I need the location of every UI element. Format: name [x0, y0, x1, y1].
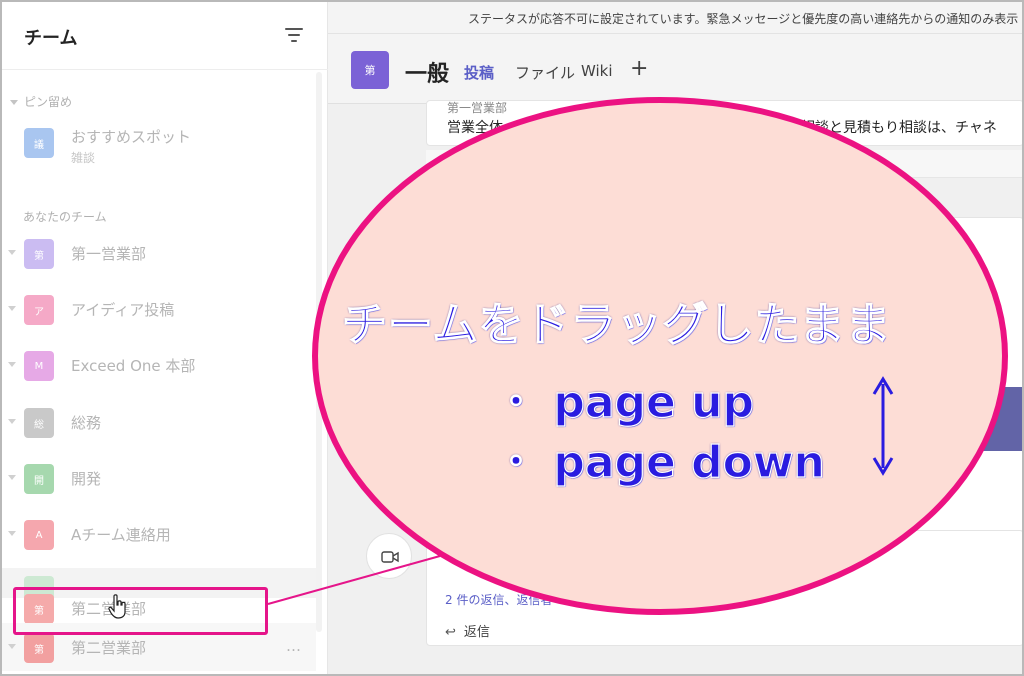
- callout-line-3: ・ page down: [493, 436, 825, 488]
- callout-bubble: [312, 97, 1008, 615]
- highlight-box: [13, 587, 268, 635]
- callout-line-2: ・ page up: [493, 376, 754, 428]
- callout-line-1: チームをドラッグしたまま: [341, 297, 892, 351]
- up-down-arrow-icon: [872, 376, 894, 476]
- hand-cursor-icon: [108, 594, 126, 619]
